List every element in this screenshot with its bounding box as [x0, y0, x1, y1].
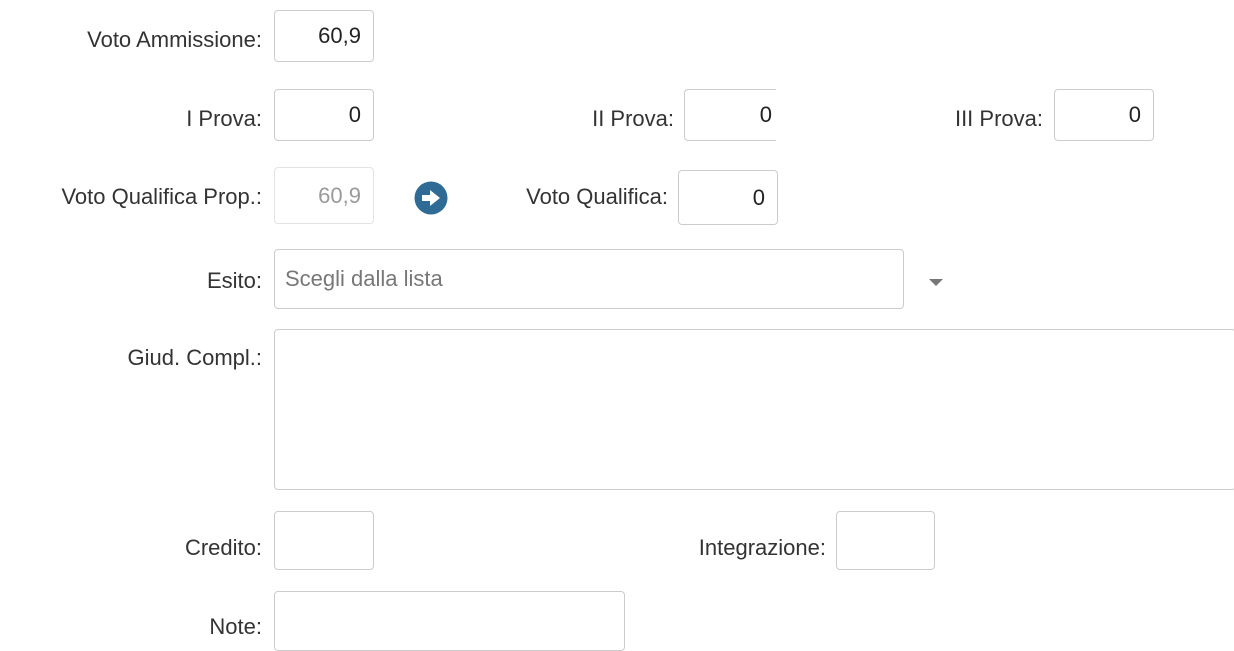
prova-3-input[interactable]	[1054, 89, 1154, 141]
note-label: Note:	[209, 614, 262, 639]
credito-input[interactable]	[274, 511, 374, 570]
voto-qualifica-input[interactable]	[678, 170, 778, 225]
integrazione-label: Integrazione:	[698, 535, 826, 560]
voto-ammissione-label: Voto Ammissione:	[87, 27, 262, 52]
prova-2-input[interactable]	[684, 89, 776, 141]
esito-placeholder: Scegli dalla lista	[285, 266, 443, 291]
arrow-right-circle-icon[interactable]	[414, 181, 448, 215]
note-input[interactable]	[274, 591, 625, 651]
prova-1-label: I Prova:	[186, 106, 262, 131]
prova-1-input[interactable]	[274, 89, 374, 141]
chevron-down-icon[interactable]	[929, 279, 943, 286]
voto-qualifica-prop-input	[274, 167, 374, 224]
prova-2-label: II Prova:	[592, 106, 674, 131]
voto-qualifica-prop-label: Voto Qualifica Prop.:	[61, 184, 262, 209]
integrazione-input[interactable]	[836, 511, 935, 570]
credito-label: Credito:	[184, 535, 262, 560]
giud-compl-label: Giud. Compl.:	[127, 345, 263, 370]
esito-select[interactable]: Scegli dalla lista	[274, 249, 904, 309]
prova-3-label: III Prova:	[954, 106, 1043, 131]
esito-label: Esito:	[206, 268, 262, 293]
voto-ammissione-input[interactable]	[274, 10, 374, 62]
voto-qualifica-label: Voto Qualifica:	[526, 184, 668, 209]
giud-compl-textarea[interactable]	[274, 329, 1234, 490]
